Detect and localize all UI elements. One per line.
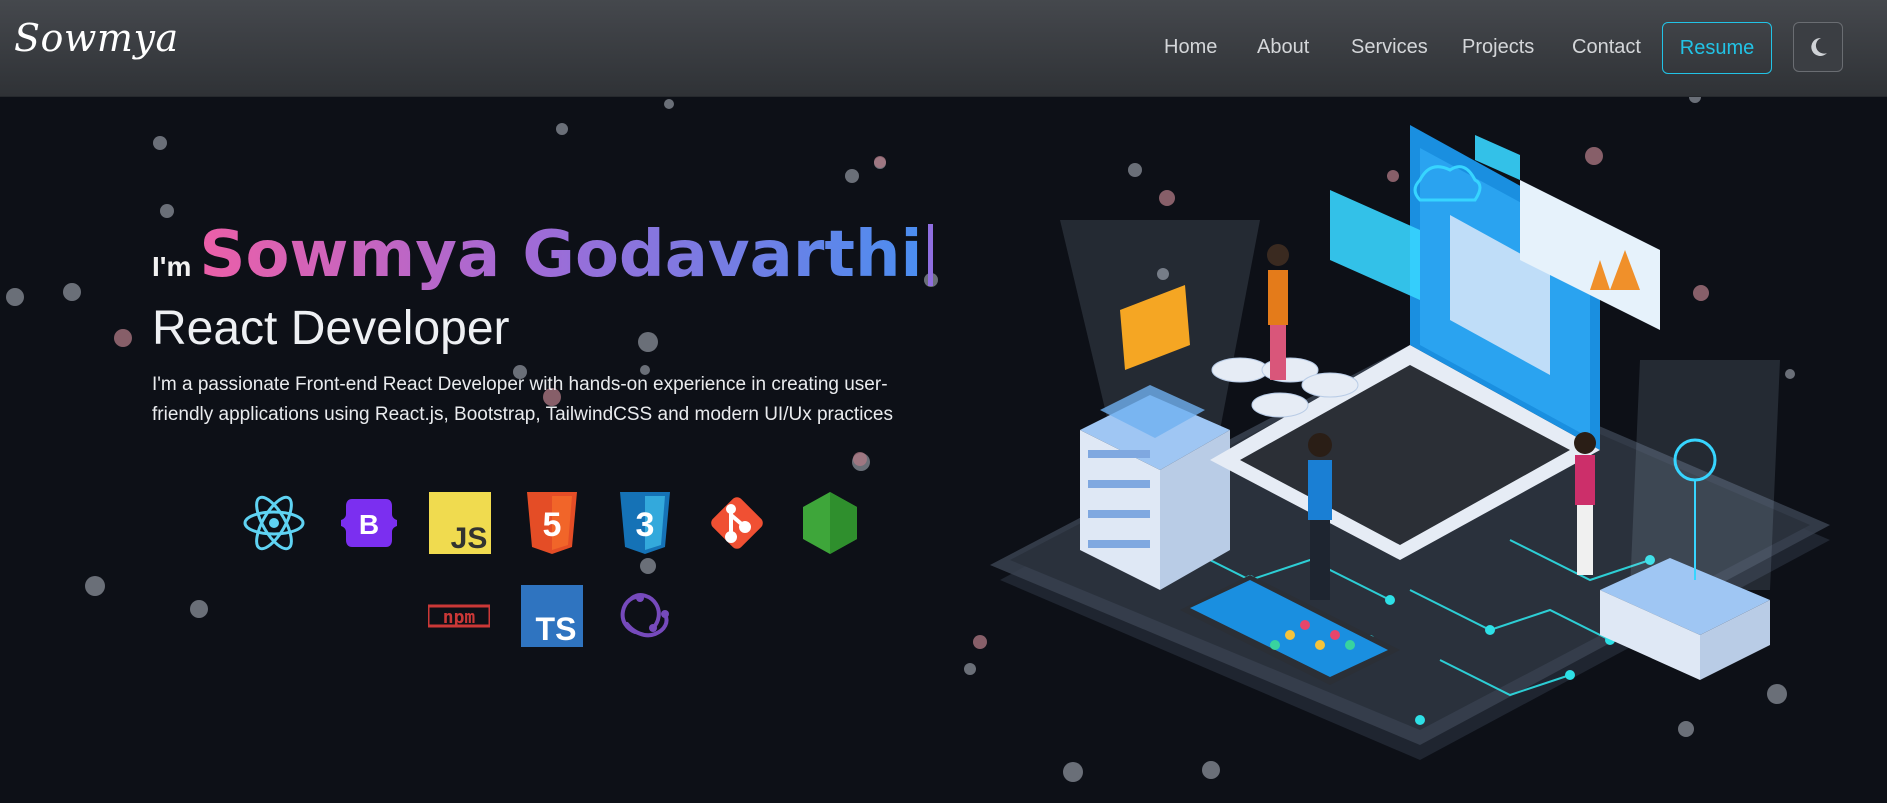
hero-name: Sowmya Godavarthi	[199, 215, 922, 295]
moon-icon	[1811, 37, 1827, 56]
svg-text:B: B	[359, 509, 379, 540]
css3-icon: 3	[612, 490, 678, 556]
nav-link-contact[interactable]: Contact	[1572, 36, 1641, 59]
javascript-icon: JS	[427, 490, 493, 556]
redux-icon	[612, 583, 678, 649]
hero-description: I'm a passionate Front-end React Develop…	[152, 374, 893, 425]
react-icon	[241, 490, 307, 556]
typing-cursor	[928, 224, 934, 286]
svg-text:npm: npm	[443, 607, 476, 628]
theme-toggle-button[interactable]	[1793, 22, 1843, 72]
svg-text:TS: TS	[536, 611, 577, 647]
svg-text:5: 5	[543, 506, 562, 544]
svg-text:3: 3	[636, 506, 655, 544]
git-icon	[704, 490, 770, 556]
greeting-line: I'm Sowmya Godavarthi	[152, 215, 952, 295]
html5-icon: 5	[519, 490, 585, 556]
nav-link-services[interactable]: Services	[1351, 36, 1428, 59]
hero-illustration	[990, 125, 1830, 760]
npm-icon: npm	[427, 583, 491, 649]
svg-text:JS: JS	[451, 522, 488, 554]
greeting-prefix: I'm	[152, 251, 192, 282]
hero-role: React Developer	[152, 302, 510, 355]
nodejs-icon	[797, 490, 863, 556]
nav-link-about[interactable]: About	[1257, 36, 1309, 59]
bootstrap-icon: B	[336, 490, 402, 556]
brand-logo[interactable]: Sowmya	[14, 16, 179, 60]
nav-link-home[interactable]: Home	[1164, 36, 1217, 59]
hero-intro: I'm Sowmya Godavarthi React Developer I'…	[152, 215, 952, 430]
resume-button[interactable]: Resume	[1662, 22, 1772, 74]
typescript-icon: TS	[519, 583, 585, 649]
nav-link-projects[interactable]: Projects	[1462, 36, 1534, 59]
navbar: Sowmya Home About Services Projects Cont…	[0, 0, 1887, 97]
